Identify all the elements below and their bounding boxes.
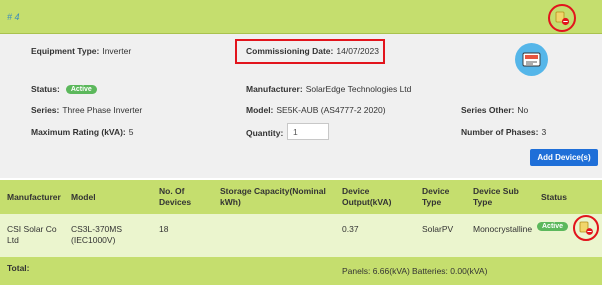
col-type: Device Type (422, 186, 450, 207)
edit-pencil-icon (555, 11, 570, 26)
row-edit-button[interactable] (573, 215, 599, 241)
phases-field: Number of Phases: 3 (461, 127, 546, 137)
phases-value: 3 (541, 127, 547, 137)
status-badge: Active (65, 85, 97, 95)
table-row: CSI Solar Co Ltd CS3L-370MS (IEC1000V) 1… (0, 214, 602, 257)
phases-label: Number of Phases: (461, 127, 539, 137)
add-devices-button[interactable]: Add Device(s) (530, 149, 598, 166)
equipment-header: # 4 (0, 0, 602, 34)
series-label: Series: (31, 105, 60, 115)
edit-pencil-icon (579, 221, 593, 235)
row-devices: 18 (159, 224, 169, 234)
max-rating-value: 5 (128, 127, 134, 137)
model-value: SE5K-AUB (AS4777-2 2020) (276, 105, 386, 115)
row-subtype: Monocrystalline (473, 224, 533, 234)
commissioning-date-field: Commissioning Date: 14/07/2023 (246, 46, 379, 56)
status-field: Status: Active (31, 84, 97, 95)
equipment-type-label: Equipment Type: (31, 46, 100, 56)
status-label: Status: (31, 84, 60, 94)
col-subtype: Device Sub Type (473, 186, 519, 207)
series-other-value: No (517, 105, 529, 115)
max-rating-field: Maximum Rating (kVA): 5 (31, 127, 134, 137)
commissioning-date-value: 14/07/2023 (336, 46, 379, 56)
col-output: Device Output(kVA) (342, 186, 392, 207)
row-type: SolarPV (422, 224, 454, 234)
equipment-number: # 4 (7, 12, 20, 22)
inverter-device-icon (515, 43, 548, 76)
edit-equipment-button[interactable] (548, 4, 576, 32)
manufacturer-field: Manufacturer: SolarEdge Technologies Ltd (246, 84, 411, 94)
series-other-label: Series Other: (461, 105, 515, 115)
col-storage: Storage Capacity(Nominal kWh) (220, 186, 326, 207)
equipment-type-value: Inverter (102, 46, 132, 56)
commissioning-date-label: Commissioning Date: (246, 46, 334, 56)
manufacturer-value: SolarEdge Technologies Ltd (305, 84, 412, 94)
manufacturer-label: Manufacturer: (246, 84, 303, 94)
quantity-input[interactable] (287, 123, 329, 140)
series-value: Three Phase Inverter (62, 105, 143, 115)
row-output: 0.37 (342, 224, 359, 234)
model-label: Model: (246, 105, 274, 115)
devices-table-header: Manufacturer Model No. Of Devices Storag… (0, 180, 602, 214)
row-model: CS3L-370MS (IEC1000V) (71, 224, 123, 245)
row-status-badge: Active (537, 222, 569, 231)
equipment-type-field: Equipment Type: Inverter (31, 46, 131, 56)
quantity-label: Quantity: (246, 128, 284, 138)
table-total-row: Total: Panels: 6.66(kVA) Batteries: 0.00… (0, 257, 602, 285)
row-manufacturer: CSI Solar Co Ltd (7, 224, 57, 245)
series-field: Series: Three Phase Inverter (31, 105, 142, 115)
col-status: Status (541, 192, 567, 202)
total-batteries: Batteries: 0.00(kVA) (412, 266, 488, 276)
total-label: Total: (7, 263, 30, 273)
total-panels: Panels: 6.66(kVA) (342, 266, 410, 276)
col-devices: No. Of Devices (159, 186, 192, 207)
col-model: Model (71, 192, 96, 202)
model-field: Model: SE5K-AUB (AS4777-2 2020) (246, 105, 386, 115)
series-other-field: Series Other: No (461, 105, 528, 115)
max-rating-label: Maximum Rating (kVA): (31, 127, 126, 137)
col-manufacturer: Manufacturer (7, 192, 61, 202)
